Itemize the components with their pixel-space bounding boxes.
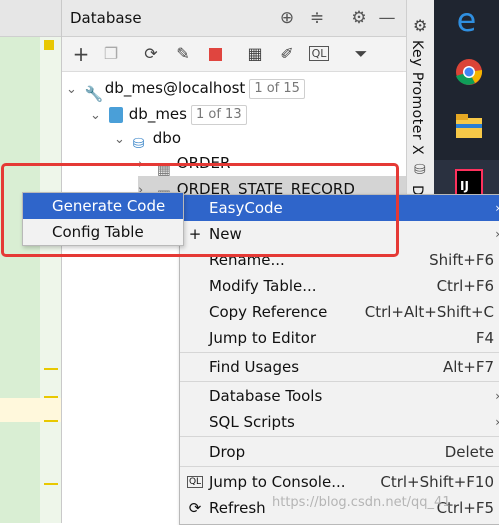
warning-marker[interactable]	[44, 40, 54, 50]
marker-line	[44, 396, 58, 398]
editor-gutter	[0, 0, 40, 523]
panel-toolbar: + ❐ ⟳ ✎ ▦ ✐ QL ⏷	[62, 37, 406, 72]
collapse-icon[interactable]: ≑	[306, 7, 328, 29]
menu-item-find-usages[interactable]: Find Usages Alt+F7	[180, 354, 499, 380]
key-promoter-tab[interactable]: Key Promoter X	[409, 40, 425, 155]
refresh-icon: ⟳	[188, 499, 202, 517]
menu-item-modify-table[interactable]: Modify Table... Ctrl+F6	[180, 273, 499, 299]
minimize-icon[interactable]: —	[376, 7, 398, 29]
chevron-down-icon[interactable]: ⌄	[66, 77, 80, 103]
menu-item-jump-to-editor[interactable]: Jump to Editor F4	[180, 325, 499, 351]
menu-item-database-tools[interactable]: Database Tools›	[180, 383, 499, 409]
editor-tabbar	[0, 0, 61, 37]
gear-icon[interactable]: ⚙	[348, 7, 370, 29]
menu-item-jump-to-console[interactable]: QL Jump to Console... Ctrl+Shift+F10	[180, 469, 499, 495]
tree-datasource[interactable]: ⌄ 🔧db_mes@localhost 1 of 15	[66, 75, 305, 103]
tree-database[interactable]: ⌄ db_mes 1 of 13	[90, 101, 247, 127]
panel-header: Database ⊕ ≑ ⚙ —	[62, 0, 406, 37]
table-icon[interactable]: ▦	[244, 43, 266, 65]
submenu-arrow-icon: ›	[495, 195, 499, 221]
annotation-highlight-box	[1, 163, 399, 257]
datasource-label: db_mes@localhost	[104, 79, 246, 97]
marker-line	[44, 420, 58, 422]
menu-separator	[180, 466, 499, 467]
edge-icon[interactable]: e	[434, 0, 499, 48]
menu-item-sql-scripts[interactable]: SQL Scripts›	[180, 409, 499, 435]
filter-icon[interactable]: ⏷	[350, 43, 372, 65]
chrome-icon[interactable]	[434, 48, 499, 96]
database-label: db_mes	[128, 105, 187, 123]
database-badge: 1 of 13	[190, 104, 247, 125]
datasource-icon: 🔧	[84, 84, 104, 103]
menu-item-drop[interactable]: Drop Delete	[180, 439, 499, 465]
marker-line	[44, 483, 58, 485]
database-strip-icon[interactable]: ⛁	[414, 162, 426, 178]
file-explorer-icon[interactable]	[434, 104, 499, 152]
crosshair-icon[interactable]: ⊕	[276, 7, 298, 29]
panel-title: Database	[70, 9, 142, 27]
refresh-icon[interactable]: ⟳	[140, 43, 162, 65]
edit-schema-icon[interactable]: ✎	[172, 43, 194, 65]
marker-line	[44, 368, 58, 370]
editor-area	[0, 0, 62, 523]
svg-text:IJ: IJ	[460, 179, 469, 193]
database-icon	[108, 106, 123, 123]
submenu-arrow-icon: ›	[495, 409, 499, 435]
chevron-down-icon[interactable]: ⌄	[114, 127, 128, 153]
menu-separator	[180, 352, 499, 353]
add-icon[interactable]: +	[70, 43, 92, 65]
datasource-badge: 1 of 15	[249, 78, 305, 99]
pencil-icon[interactable]: ✐	[276, 43, 298, 65]
chevron-down-icon[interactable]: ⌄	[90, 103, 104, 129]
watermark: https://blog.csdn.net/qq_41	[272, 495, 451, 510]
stop-icon[interactable]	[204, 43, 226, 65]
sql-console-icon[interactable]: QL	[308, 43, 330, 65]
schema-label: dbo	[152, 129, 182, 147]
menu-item-copy-reference[interactable]: Copy Reference Ctrl+Alt+Shift+C	[180, 299, 499, 325]
menu-separator	[180, 436, 499, 437]
submenu-arrow-icon: ›	[495, 221, 499, 247]
schema-icon: ⛁	[132, 135, 145, 152]
copy-icon[interactable]: ❐	[100, 43, 122, 65]
submenu-arrow-icon: ›	[495, 383, 499, 409]
current-line-highlight	[0, 398, 61, 422]
key-promoter-icon[interactable]: ⚙	[413, 16, 427, 35]
sql-console-icon: QL	[186, 476, 204, 488]
tree-schema[interactable]: ⌄ ⛁ dbo	[114, 125, 182, 153]
menu-separator	[180, 381, 499, 382]
